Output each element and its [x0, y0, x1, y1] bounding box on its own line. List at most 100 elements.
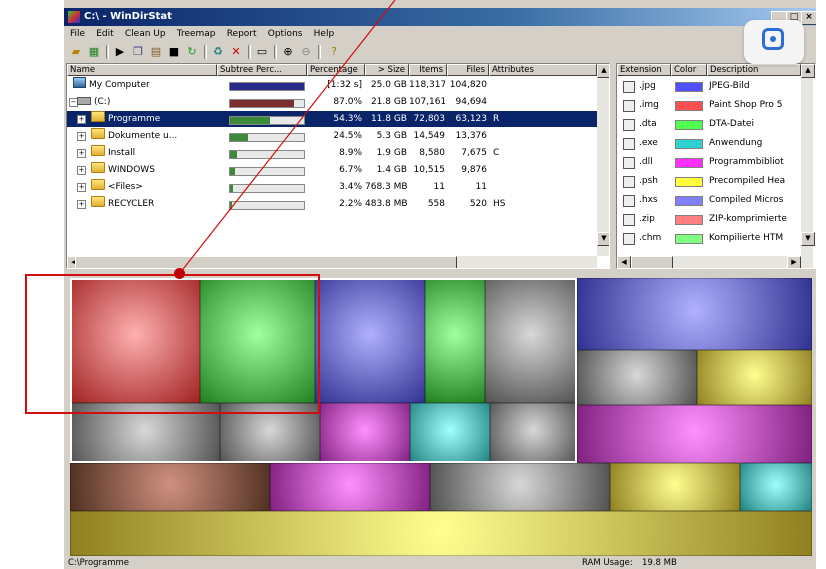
col-extension[interactable]: Extension	[617, 64, 671, 76]
col-items[interactable]: Items	[409, 64, 447, 76]
ext-name: .img	[639, 100, 659, 110]
list-item[interactable]: .img Paint Shop Pro 5	[617, 97, 815, 113]
col-color[interactable]: Color	[671, 64, 707, 76]
table-row[interactable]: + WINDOWS 6.7% 1.4 GB 10,515 9,876	[67, 162, 597, 178]
list-item[interactable]: .chm Kompilierte HTM	[617, 230, 815, 246]
row-size: 1.4 GB	[376, 165, 407, 175]
delete-icon[interactable]: ✕	[228, 44, 244, 60]
close-icon[interactable]: ×	[801, 11, 816, 25]
folder-icon	[91, 111, 105, 122]
menu-edit[interactable]: Edit	[92, 27, 117, 41]
zoom-out-icon[interactable]: ⊖	[298, 44, 314, 60]
treemap-tile[interactable]	[697, 350, 812, 405]
list-item[interactable]: .jpg JPEG-Bild	[617, 78, 815, 94]
scroll-thumb[interactable]	[75, 256, 457, 268]
cmd-icon[interactable]: ■	[166, 44, 182, 60]
scroll-down-icon[interactable]: ▼	[597, 232, 609, 246]
ext-scroll-right-icon[interactable]: ▶	[787, 256, 801, 268]
ext-color-swatch	[675, 158, 703, 168]
row-attributes: HS	[493, 199, 506, 209]
menu-options[interactable]: Options	[264, 27, 307, 41]
list-item[interactable]: .psh Precompiled Hea	[617, 173, 815, 189]
treemap-tile[interactable]	[70, 511, 812, 556]
ext-color-swatch	[675, 177, 703, 187]
menu-file[interactable]: File	[66, 27, 89, 41]
list-item[interactable]: .exe Anwendung	[617, 135, 815, 151]
ext-scroll-thumb[interactable]	[631, 256, 673, 268]
title-bar: C:\ - WinDirStat _ □ ×	[64, 8, 816, 26]
expand-icon[interactable]: +	[77, 200, 86, 209]
list-item[interactable]: .zip ZIP-komprimierte	[617, 211, 815, 227]
ext-color-swatch	[675, 82, 703, 92]
col-size[interactable]: > Size	[365, 64, 409, 76]
table-row[interactable]: + <Files> 3.4% 768.3 MB 11 11	[67, 179, 597, 195]
toolbar: ▰ ▦ ▶ ❐ ▤ ■ ↻ ♻ ✕ ▭ ⊕ ⊖ ?	[64, 42, 816, 62]
extension-list[interactable]: Extension Color Description .jpg JPEG-Bil…	[616, 63, 816, 269]
properties-icon[interactable]: ▭	[254, 44, 270, 60]
drive-icon	[77, 97, 91, 105]
ext-scroll-up-icon[interactable]: ▲	[801, 64, 815, 78]
expand-icon[interactable]: +	[77, 115, 86, 124]
row-size: 483.8 MB	[365, 199, 407, 209]
treemap-tile[interactable]	[577, 278, 812, 350]
table-row[interactable]: + Install 8.9% 1.9 GB 8,580 7,675 C	[67, 145, 597, 161]
col-attributes[interactable]: Attributes	[489, 64, 597, 76]
explorer-icon[interactable]: ▤	[148, 44, 164, 60]
zoom-in-icon[interactable]: ⊕	[280, 44, 296, 60]
subtree-bar	[229, 133, 305, 142]
directory-list[interactable]: Name Subtree Perc... Percentage > Size I…	[66, 63, 610, 269]
row-items: 11	[433, 182, 445, 192]
treemap-tile[interactable]	[610, 463, 740, 511]
play-icon[interactable]: ▶	[112, 44, 128, 60]
table-row[interactable]: + Programme 54.3% 11.8 GB 72,803 63,123 R	[67, 111, 597, 127]
recycle-icon[interactable]: ♻	[210, 44, 226, 60]
col-subtree[interactable]: Subtree Perc...	[217, 64, 307, 76]
col-name[interactable]: Name	[67, 64, 217, 76]
list-item[interactable]: .hxs Compiled Micros	[617, 192, 815, 208]
file-type-icon	[623, 176, 635, 188]
expand-icon[interactable]: +	[77, 132, 86, 141]
ext-scroll-left-icon[interactable]: ◀	[617, 256, 631, 268]
treemap-tile[interactable]	[577, 405, 812, 463]
refresh-icon[interactable]: ▦	[86, 44, 102, 60]
expand-icon[interactable]: +	[77, 166, 86, 175]
table-row[interactable]: + RECYCLER 2.2% 483.8 MB 558 520 HS	[67, 196, 597, 212]
table-row[interactable]: + Dokumente u... 24.5% 5.3 GB 14,549 13,376	[67, 128, 597, 144]
dir-hscrollbar[interactable]: ◀	[67, 256, 597, 268]
help-icon[interactable]: ?	[326, 44, 342, 60]
scroll-up-icon[interactable]: ▲	[597, 64, 609, 78]
table-row[interactable]: My Computer [1:32 s] 25.0 GB 118,317 104,820	[67, 77, 597, 93]
folder-icon	[91, 179, 105, 190]
expand-icon[interactable]: +	[77, 149, 86, 158]
col-percentage[interactable]: Percentage	[307, 64, 365, 76]
col-description[interactable]: Description	[707, 64, 801, 76]
expand-icon[interactable]: +	[77, 183, 86, 192]
table-row[interactable]: − (C:) 87.0% 21.8 GB 107,161 94,694	[67, 94, 597, 110]
ext-color-swatch	[675, 101, 703, 111]
treemap-tile[interactable]	[430, 463, 610, 511]
row-items: 8,580	[419, 148, 445, 158]
ext-vscrollbar[interactable]: ▲ ▼	[801, 64, 815, 256]
menu-report[interactable]: Report	[223, 27, 261, 41]
col-files[interactable]: Files	[447, 64, 489, 76]
annotation-highlight-box	[25, 274, 320, 414]
screenshot-button[interactable]	[744, 20, 804, 64]
treemap-tile[interactable]	[270, 463, 430, 511]
dir-vscrollbar[interactable]: ▲ ▼	[597, 64, 609, 256]
open-icon[interactable]: ▰	[68, 44, 84, 60]
ext-description: Compiled Micros	[709, 195, 784, 205]
treemap-tile[interactable]	[740, 463, 812, 511]
list-item[interactable]: .dll Programmbibliot	[617, 154, 815, 170]
row-size: 11.8 GB	[370, 114, 407, 124]
menu-treemap[interactable]: Treemap	[173, 27, 220, 41]
ext-hscrollbar[interactable]: ◀ ▶	[617, 256, 813, 268]
row-percentage: 3.4%	[339, 182, 362, 192]
copy-icon[interactable]: ❐	[130, 44, 146, 60]
refresh-selected-icon[interactable]: ↻	[184, 44, 200, 60]
menu-clean-up[interactable]: Clean Up	[121, 27, 170, 41]
list-item[interactable]: .dta DTA-Datei	[617, 116, 815, 132]
treemap-tile[interactable]	[70, 463, 270, 511]
menu-help[interactable]: Help	[310, 27, 339, 41]
ext-scroll-down-icon[interactable]: ▼	[801, 232, 815, 246]
treemap-tile[interactable]	[577, 350, 697, 405]
